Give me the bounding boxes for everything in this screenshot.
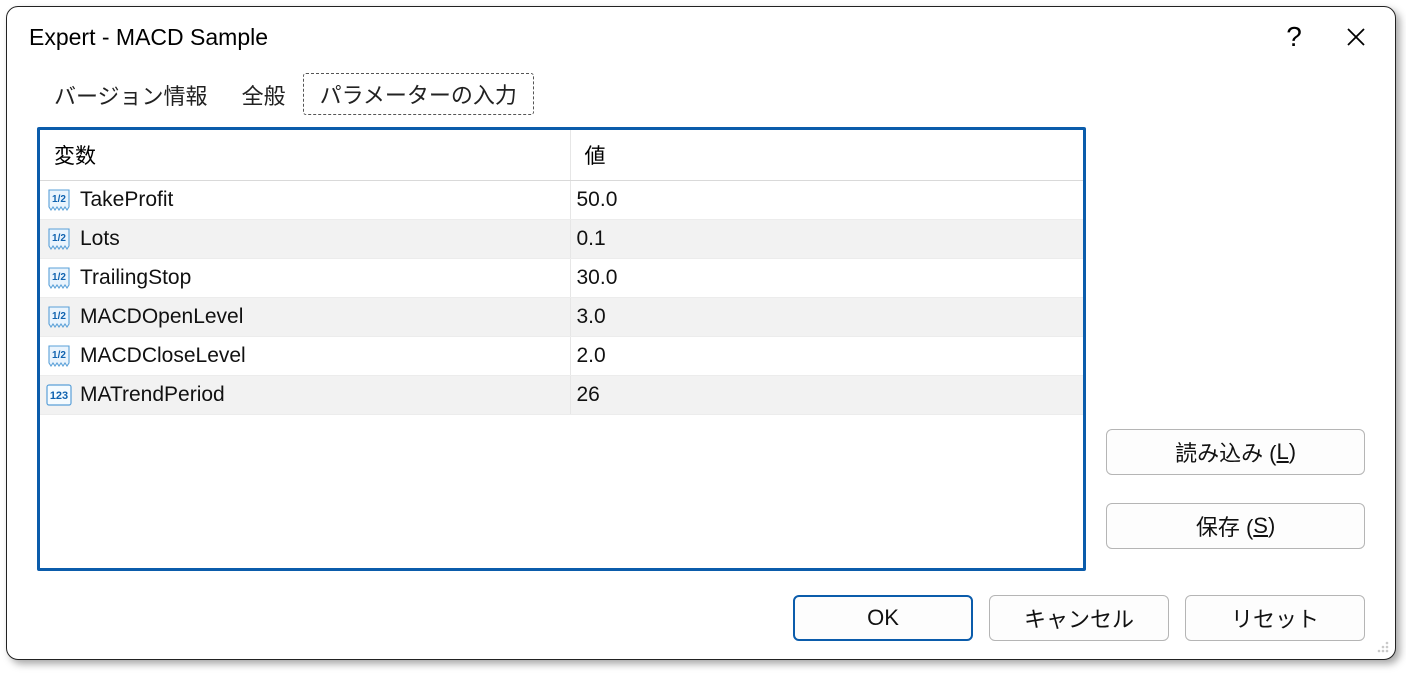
- ok-button[interactable]: OK: [793, 595, 973, 641]
- table-row[interactable]: 1/2 TakeProfit 50.0: [40, 181, 1083, 220]
- double-type-icon: 1/2: [46, 187, 72, 213]
- variable-name: MACDOpenLevel: [80, 305, 243, 329]
- close-icon: [1346, 27, 1366, 47]
- value-cell[interactable]: 26: [570, 376, 1083, 415]
- load-button[interactable]: 読み込み (L): [1106, 429, 1365, 475]
- value-cell[interactable]: 3.0: [570, 298, 1083, 337]
- table-row[interactable]: 1/2 MACDCloseLevel 2.0: [40, 337, 1083, 376]
- variable-name: MACDCloseLevel: [80, 344, 246, 368]
- help-button[interactable]: ?: [1263, 10, 1325, 64]
- variable-cell[interactable]: 1/2 MACDOpenLevel: [40, 298, 570, 337]
- tab-parameters[interactable]: パラメーターの入力: [303, 73, 534, 115]
- variable-cell[interactable]: 1/2 MACDCloseLevel: [40, 337, 570, 376]
- value-cell[interactable]: 2.0: [570, 337, 1083, 376]
- svg-text:1/2: 1/2: [52, 233, 66, 244]
- variable-cell[interactable]: 1/2 TrailingStop: [40, 259, 570, 298]
- tab-bar: バージョン情報 全般 パラメーターの入力: [7, 67, 1395, 115]
- cancel-button[interactable]: キャンセル: [989, 595, 1169, 641]
- table-row[interactable]: 1/2 MACDOpenLevel 3.0: [40, 298, 1083, 337]
- table-row[interactable]: 1/2 TrailingStop 30.0: [40, 259, 1083, 298]
- window-title: Expert - MACD Sample: [29, 24, 1263, 51]
- dialog-window: Expert - MACD Sample ? バージョン情報 全般 パラメーター…: [6, 6, 1396, 660]
- svg-text:1/2: 1/2: [52, 350, 66, 361]
- value-cell[interactable]: 30.0: [570, 259, 1083, 298]
- integer-type-icon: 123: [46, 382, 72, 408]
- save-button[interactable]: 保存 (S): [1106, 503, 1365, 549]
- svg-text:1/2: 1/2: [52, 272, 66, 283]
- value-cell[interactable]: 0.1: [570, 220, 1083, 259]
- double-type-icon: 1/2: [46, 304, 72, 330]
- close-button[interactable]: [1325, 10, 1387, 64]
- load-button-key: L: [1277, 439, 1289, 465]
- resize-grip-icon[interactable]: [1373, 637, 1391, 655]
- load-button-suffix: ): [1289, 439, 1296, 465]
- table-row[interactable]: 1/2 Lots 0.1: [40, 220, 1083, 259]
- variable-name: TrailingStop: [80, 266, 191, 290]
- svg-text:123: 123: [50, 390, 68, 402]
- table-row[interactable]: 123 MATrendPeriod 26: [40, 376, 1083, 415]
- content-area: 変数 値 1/2 TakeProfit 50.0 1/2 Lots 0.1 1/2 Trail…: [7, 115, 1395, 585]
- tab-general[interactable]: 全般: [225, 74, 303, 115]
- variable-name: MATrendPeriod: [80, 383, 225, 407]
- reset-button[interactable]: リセット: [1185, 595, 1365, 641]
- titlebar: Expert - MACD Sample ?: [7, 7, 1395, 67]
- svg-text:1/2: 1/2: [52, 311, 66, 322]
- variable-name: TakeProfit: [80, 188, 173, 212]
- load-button-prefix: 読み込み (: [1175, 436, 1276, 468]
- dialog-button-row: OK キャンセル リセット: [7, 585, 1395, 659]
- svg-text:1/2: 1/2: [52, 194, 66, 205]
- column-header-variable[interactable]: 変数: [40, 130, 570, 181]
- value-cell[interactable]: 50.0: [570, 181, 1083, 220]
- variable-cell[interactable]: 123 MATrendPeriod: [40, 376, 570, 415]
- parameters-table: 変数 値 1/2 TakeProfit 50.0 1/2 Lots 0.1 1/2 Trail…: [40, 130, 1083, 415]
- column-header-value[interactable]: 値: [570, 130, 1083, 181]
- variable-cell[interactable]: 1/2 TakeProfit: [40, 181, 570, 220]
- double-type-icon: 1/2: [46, 265, 72, 291]
- tab-version-info[interactable]: バージョン情報: [37, 74, 225, 115]
- variable-cell[interactable]: 1/2 Lots: [40, 220, 570, 259]
- parameters-table-container: 変数 値 1/2 TakeProfit 50.0 1/2 Lots 0.1 1/2 Trail…: [37, 127, 1086, 571]
- double-type-icon: 1/2: [46, 343, 72, 369]
- save-button-suffix: ): [1268, 513, 1275, 539]
- save-button-prefix: 保存 (: [1196, 510, 1253, 542]
- side-button-column: 読み込み (L) 保存 (S): [1106, 127, 1365, 585]
- double-type-icon: 1/2: [46, 226, 72, 252]
- variable-name: Lots: [80, 227, 120, 251]
- save-button-key: S: [1253, 513, 1268, 539]
